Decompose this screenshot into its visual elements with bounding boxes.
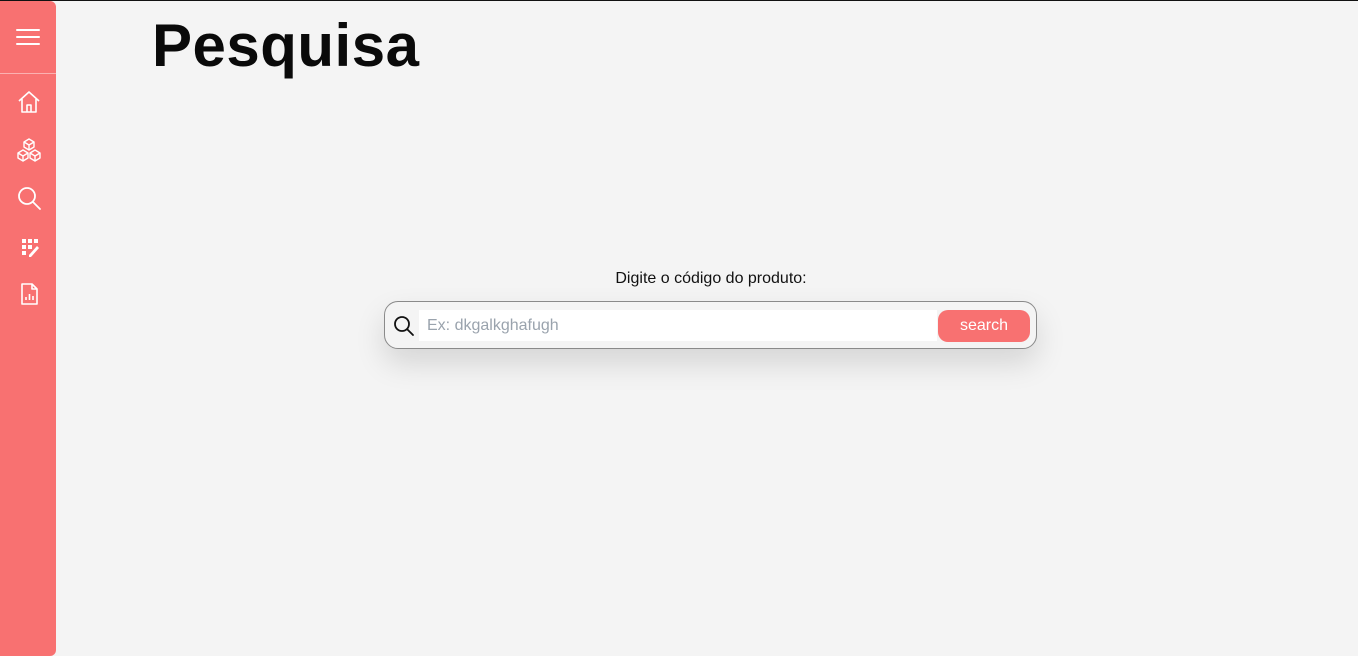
sidebar-item-search[interactable] — [16, 185, 42, 211]
sidebar-item-home[interactable] — [16, 89, 42, 115]
sidebar-item-reports[interactable] — [16, 281, 42, 307]
search-button[interactable]: search — [938, 310, 1030, 342]
cubes-icon — [17, 138, 41, 162]
hamburger-menu-icon[interactable] — [14, 23, 42, 51]
report-icon — [21, 283, 38, 305]
sidebar-header — [0, 1, 56, 74]
product-code-input[interactable] — [419, 310, 937, 341]
home-icon — [18, 91, 40, 113]
sidebar — [0, 1, 56, 656]
search-bar: search — [384, 301, 1037, 349]
search-icon — [392, 314, 416, 338]
page-title: Pesquisa — [152, 12, 420, 79]
grid-edit-icon — [22, 239, 39, 257]
top-border — [0, 0, 1358, 1]
sidebar-item-products[interactable] — [16, 137, 42, 163]
search-icon — [18, 187, 41, 210]
sidebar-item-edit[interactable] — [16, 233, 42, 259]
search-label: Digite o código do produto: — [615, 270, 807, 287]
